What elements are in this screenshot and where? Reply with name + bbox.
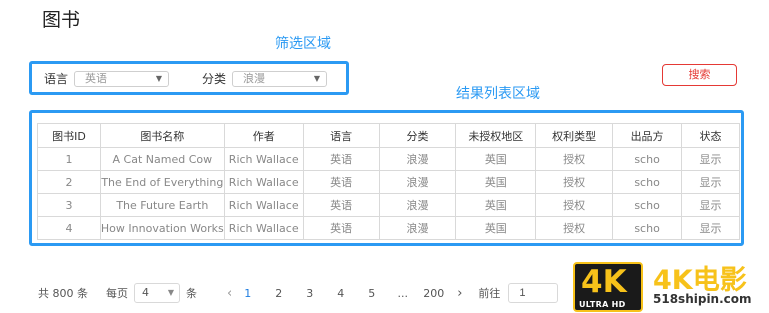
pagination-ellipsis[interactable]: ...	[387, 287, 418, 300]
table-cell: 英语	[302, 170, 380, 194]
language-filter: 语言 英语 ▼	[44, 70, 170, 87]
table-cell: 英国	[455, 170, 537, 194]
page-title: 图书	[42, 9, 81, 31]
table-cell: 显示	[681, 170, 740, 194]
table-cell: 显示	[681, 216, 740, 240]
goto-page-input[interactable]	[508, 283, 559, 303]
chevron-down-icon: ▼	[167, 288, 174, 297]
category-filter: 分类 浪漫 ▼	[202, 70, 328, 87]
watermark-badge: 4K ULTRA HD	[573, 262, 643, 312]
page-number[interactable]: 3	[294, 287, 325, 300]
table-cell: 英国	[455, 193, 537, 217]
table-cell: scho	[612, 170, 683, 194]
table-cell: 3	[37, 193, 101, 217]
column-header[interactable]: 作者	[223, 123, 304, 148]
table-cell: 浪漫	[378, 193, 457, 217]
language-select[interactable]: 英语 ▼	[74, 70, 170, 87]
table-cell: 授权	[535, 147, 614, 171]
goto-label: 前往	[478, 287, 501, 300]
table-cell: 授权	[535, 193, 614, 217]
search-button[interactable]: 搜索	[662, 64, 737, 86]
column-header[interactable]: 出品方	[612, 123, 683, 148]
column-header[interactable]: 分类	[378, 123, 457, 148]
watermark-badge-sub: ULTRA HD	[579, 300, 626, 309]
page-number[interactable]: 4	[325, 287, 356, 300]
table-cell: 授权	[535, 170, 614, 194]
table-row[interactable]: 3 The Future Earth Rich Wallace 英语 浪漫 英国…	[37, 193, 740, 217]
language-filter-label: 语言	[44, 72, 69, 86]
watermark: 4K ULTRA HD 4K电影 518shipin.com	[573, 258, 769, 313]
category-select-value: 浪漫	[243, 71, 266, 85]
table-header-row: 图书ID 图书名称 作者 语言 分类 未授权地区 权利类型 出品方 状态	[37, 123, 740, 148]
page-size-label: 每页	[106, 287, 128, 300]
filter-area-annotation: 筛选区域	[275, 36, 331, 52]
table-cell: scho	[612, 216, 683, 240]
table-row[interactable]: 4 How Innovation Works Rich Wallace 英语 浪…	[37, 216, 740, 240]
column-header[interactable]: 未授权地区	[455, 123, 537, 148]
next-page-icon[interactable]: ›	[457, 286, 462, 301]
table-cell: scho	[612, 147, 683, 171]
table-cell: 授权	[535, 216, 614, 240]
table-cell: 英国	[455, 147, 537, 171]
column-header[interactable]: 权利类型	[535, 123, 614, 148]
table-row[interactable]: 2 The End of Everything Rich Wallace 英语 …	[37, 170, 740, 194]
results-table: 图书ID 图书名称 作者 语言 分类 未授权地区 权利类型 出品方 状态 1 A…	[37, 123, 740, 240]
watermark-badge-text: 4K	[581, 264, 627, 300]
pagination-total: 共 800 条	[38, 287, 88, 300]
language-select-value: 英语	[85, 71, 108, 85]
table-cell: 英语	[302, 147, 380, 171]
table-cell: How Innovation Works	[99, 216, 225, 240]
table-cell: Rich Wallace	[223, 147, 304, 171]
table-cell: The Future Earth	[99, 193, 225, 217]
table-cell: The End of Everything	[99, 170, 225, 194]
results-area-annotation: 结果列表区域	[456, 86, 540, 102]
page-number[interactable]: 200	[418, 287, 449, 300]
column-header[interactable]: 图书名称	[99, 123, 225, 148]
table-row[interactable]: 1 A Cat Named Cow Rich Wallace 英语 浪漫 英国 …	[37, 147, 740, 171]
table-cell: 2	[37, 170, 101, 194]
chevron-down-icon: ▼	[155, 73, 163, 83]
column-header[interactable]: 语言	[302, 123, 380, 148]
table-cell: Rich Wallace	[223, 170, 304, 194]
table-cell: 浪漫	[378, 147, 457, 171]
table-cell: Rich Wallace	[223, 193, 304, 217]
page-size-value: 4	[142, 286, 149, 299]
table-cell: 英国	[455, 216, 537, 240]
table-cell: 浪漫	[378, 216, 457, 240]
chevron-down-icon: ▼	[313, 73, 321, 83]
column-header[interactable]: 图书ID	[37, 123, 101, 148]
page-size-unit: 条	[186, 287, 197, 300]
table-cell: scho	[612, 193, 683, 217]
table-cell: 英语	[302, 216, 380, 240]
table-cell: 4	[37, 216, 101, 240]
page-number[interactable]: 5	[356, 287, 387, 300]
filter-area: 语言 英语 ▼ 分类 浪漫 ▼	[29, 61, 349, 95]
page-number[interactable]: 1	[232, 287, 263, 300]
page-number[interactable]: 2	[263, 287, 294, 300]
table-cell: 1	[37, 147, 101, 171]
pagination: 共 800 条 每页 4 ▼ 条 ‹ 1 2 3 4 5 ... 200 › 前…	[38, 283, 559, 303]
table-cell: 浪漫	[378, 170, 457, 194]
results-area: 图书ID 图书名称 作者 语言 分类 未授权地区 权利类型 出品方 状态 1 A…	[29, 110, 744, 246]
table-cell: Rich Wallace	[223, 216, 304, 240]
category-filter-label: 分类	[202, 72, 227, 86]
category-select[interactable]: 浪漫 ▼	[232, 70, 328, 87]
table-cell: 英语	[302, 193, 380, 217]
watermark-url: 518shipin.com	[653, 292, 752, 306]
table-cell: 显示	[681, 147, 740, 171]
column-header[interactable]: 状态	[681, 123, 740, 148]
page-size-select[interactable]: 4 ▼	[134, 283, 180, 303]
table-cell: 显示	[681, 193, 740, 217]
table-cell: A Cat Named Cow	[99, 147, 225, 171]
